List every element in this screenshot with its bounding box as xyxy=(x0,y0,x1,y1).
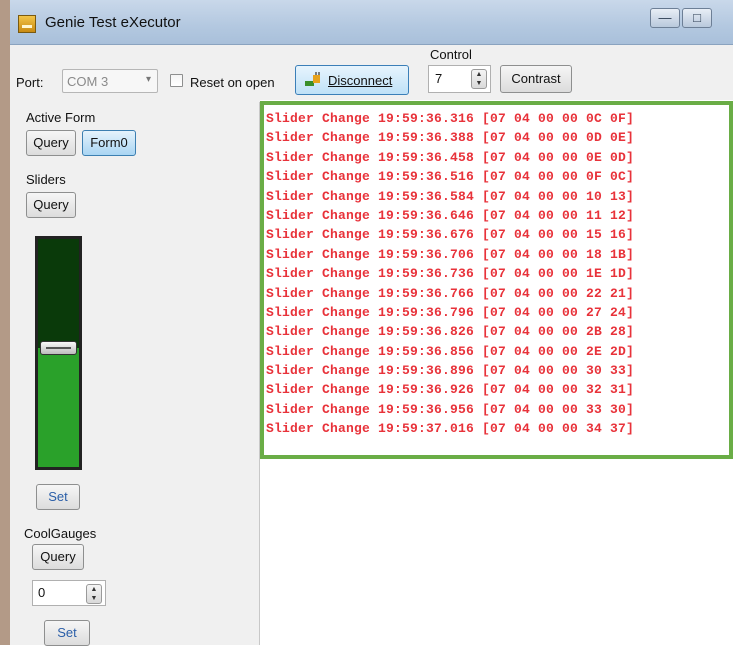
minimize-button[interactable]: — xyxy=(650,8,680,28)
coolgauge-set-button[interactable]: Set xyxy=(44,620,90,646)
active-form-label: Active Form xyxy=(26,110,96,125)
log-line: Slider Change 19:59:36.856 [07 04 00 00 … xyxy=(266,343,635,359)
log-line: Slider Change 19:59:36.584 [07 04 00 00 … xyxy=(266,188,635,204)
coolgauges-query-button[interactable]: Query xyxy=(32,544,84,570)
reset-on-open-checkbox[interactable] xyxy=(170,74,183,87)
app-icon xyxy=(18,15,36,33)
coolgauge-value: 0 xyxy=(38,585,46,600)
slider-fill xyxy=(38,348,79,467)
sliders-label: Sliders xyxy=(26,172,66,187)
chevron-down-icon: ▾ xyxy=(145,74,151,85)
minimize-icon: — xyxy=(658,10,672,25)
control-sidebar: Active Form Query Form0 Sliders Query Se… xyxy=(10,102,260,646)
spin-up-icon[interactable]: ▲ xyxy=(472,70,486,79)
log-line: Slider Change 19:59:36.826 [07 04 00 00 … xyxy=(266,324,635,340)
log-line: Slider Change 19:59:36.646 [07 04 00 00 … xyxy=(266,207,635,223)
maximize-icon: □ xyxy=(693,10,701,25)
contrast-button[interactable]: Contrast xyxy=(500,65,572,93)
coolgauge-set-label: Set xyxy=(57,625,77,640)
disconnect-button[interactable]: Disconnect xyxy=(295,65,409,95)
spin-up-icon[interactable]: ▲ xyxy=(87,585,101,594)
port-value: COM 3 xyxy=(67,74,109,89)
log-panel[interactable]: Slider Change 19:59:36.316 [07 04 00 00 … xyxy=(260,100,733,645)
port-label: Port: xyxy=(16,75,44,90)
log-line: Slider Change 19:59:36.388 [07 04 00 00 … xyxy=(266,130,635,146)
port-select[interactable]: COM 3 ▾ xyxy=(62,69,158,93)
coolgauges-label: CoolGauges xyxy=(24,526,97,541)
window-title: Genie Test eXecutor xyxy=(45,14,181,31)
title-bar[interactable]: Genie Test eXecutor — □ xyxy=(10,0,733,45)
coolgauge-spin-arrows[interactable]: ▲ ▼ xyxy=(86,584,102,604)
log-line: Slider Change 19:59:36.796 [07 04 00 00 … xyxy=(266,304,635,320)
log-line: Slider Change 19:59:36.676 [07 04 00 00 … xyxy=(266,227,635,243)
log-line: Slider Change 19:59:36.316 [07 04 00 00 … xyxy=(266,111,635,126)
maximize-button[interactable]: □ xyxy=(682,8,712,28)
reset-on-open-label: Reset on open xyxy=(190,75,275,90)
plug-icon xyxy=(305,72,320,86)
slider-thumb[interactable] xyxy=(40,341,77,355)
slider-set-label: Set xyxy=(48,489,68,504)
form0-button[interactable]: Form0 xyxy=(82,130,136,156)
log-line: Slider Change 19:59:36.736 [07 04 00 00 … xyxy=(266,266,635,282)
spin-arrows[interactable]: ▲ ▼ xyxy=(471,69,487,89)
slider-track[interactable] xyxy=(35,236,82,470)
spin-down-icon[interactable]: ▼ xyxy=(472,79,486,88)
log-line: Slider Change 19:59:37.016 [07 04 00 00 … xyxy=(266,421,635,437)
toolbar: Port: COM 3 ▾ Reset on open Disconnect C… xyxy=(10,45,733,100)
log-line: Slider Change 19:59:36.956 [07 04 00 00 … xyxy=(266,401,635,417)
log-list: Slider Change 19:59:36.316 [07 04 00 00 … xyxy=(266,109,634,439)
log-line: Slider Change 19:59:36.516 [07 04 00 00 … xyxy=(266,169,635,185)
app-window: Genie Test eXecutor — □ Port: COM 3 ▾ Re… xyxy=(10,0,733,646)
log-line: Slider Change 19:59:36.926 [07 04 00 00 … xyxy=(266,382,635,398)
background-edge xyxy=(0,0,10,645)
disconnect-label: Disconnect xyxy=(328,73,393,88)
sliders-query-button[interactable]: Query xyxy=(26,192,76,218)
log-line: Slider Change 19:59:36.766 [07 04 00 00 … xyxy=(266,285,635,301)
control-spinbox[interactable]: 7 ▲ ▼ xyxy=(428,65,491,93)
coolgauge-spinbox[interactable]: 0 ▲ ▼ xyxy=(32,580,106,606)
log-line: Slider Change 19:59:36.896 [07 04 00 00 … xyxy=(266,363,635,379)
log-line: Slider Change 19:59:36.458 [07 04 00 00 … xyxy=(266,149,635,165)
control-value: 7 xyxy=(435,71,443,86)
spin-down-icon[interactable]: ▼ xyxy=(87,594,101,603)
log-line: Slider Change 19:59:36.706 [07 04 00 00 … xyxy=(266,246,635,262)
slider-set-button[interactable]: Set xyxy=(36,484,80,510)
control-label: Control xyxy=(430,47,472,62)
active-form-query-button[interactable]: Query xyxy=(26,130,76,156)
